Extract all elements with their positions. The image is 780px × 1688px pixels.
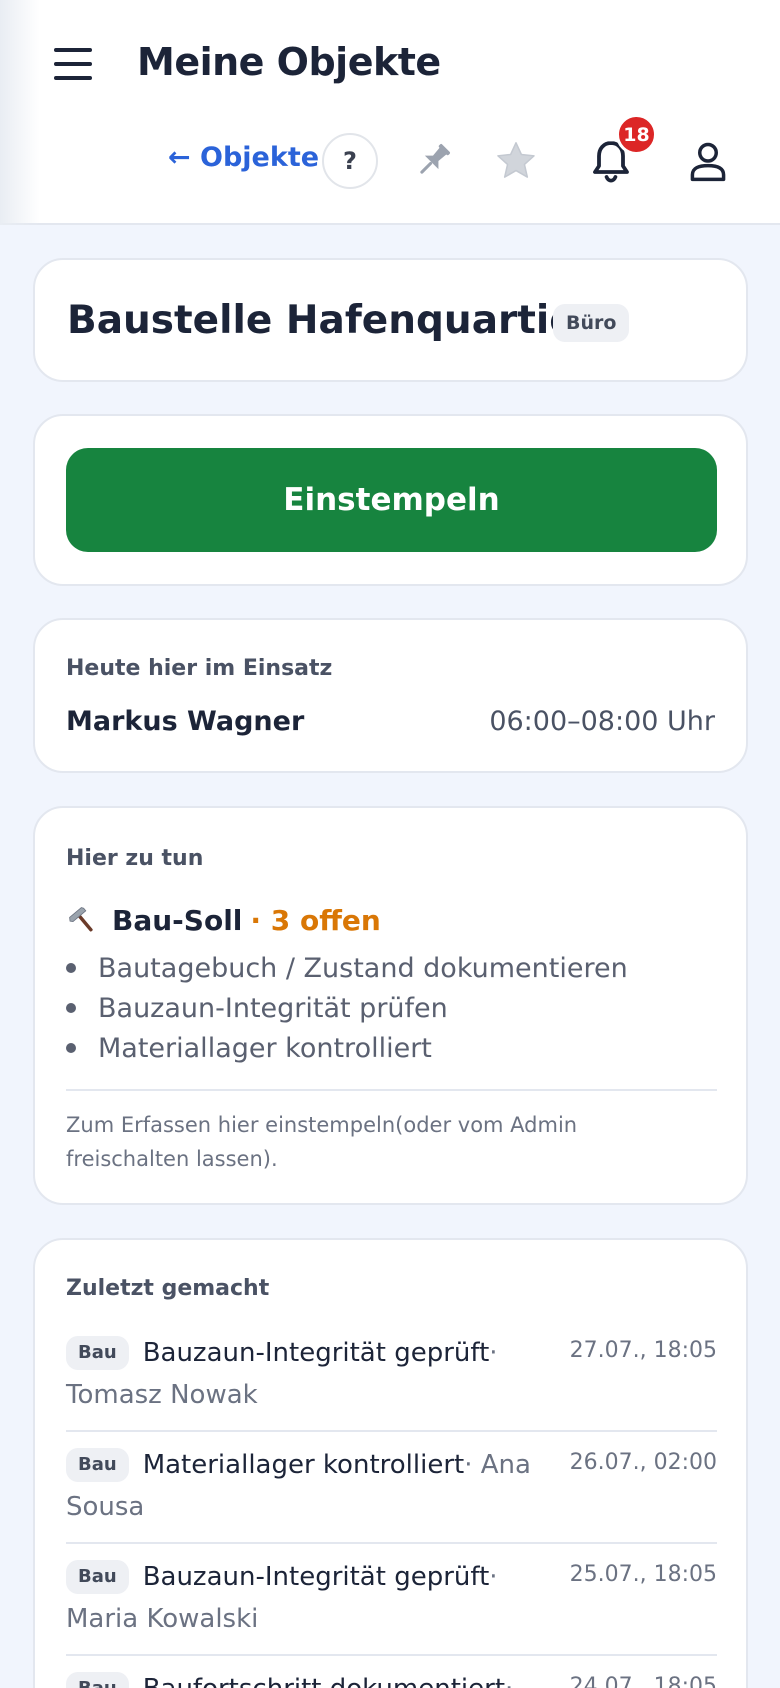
recent-timestamp: 24.07., 18:05	[569, 1674, 717, 1688]
todo-item: Materiallager kontrolliert	[66, 1028, 628, 1068]
hammer-icon	[69, 906, 93, 932]
recent-timestamp: 27.07., 18:05	[569, 1338, 717, 1363]
help-button[interactable]: ?	[322, 133, 378, 189]
recent-section-label: Zuletzt gemacht	[66, 1276, 270, 1301]
object-title-card: Baustelle Hafenquartier Büro	[33, 258, 748, 382]
recent-task: Bauzaun-Integrität geprüft	[142, 1338, 490, 1368]
recent-list: Bau Bauzaun-Integrität geprüft· Tomasz No…	[66, 1320, 717, 1688]
top-bar: Meine Objekte ← Objekte ? 18	[0, 0, 780, 225]
category-tag: Bau	[66, 1560, 129, 1594]
role-badge: Büro	[553, 304, 630, 342]
recent-item[interactable]: Bau Baufortschritt dokumentiert· 24.07., …	[66, 1656, 717, 1688]
todo-item: Bauzaun-Integrität prüfen	[66, 988, 628, 1028]
object-name: Baustelle Hafenquartier	[67, 298, 595, 343]
todo-list: Bautagebuch / Zustand dokumentieren Bauz…	[66, 948, 628, 1068]
recent-item[interactable]: Bau Bauzaun-Integrität geprüft· Tomasz No…	[66, 1320, 717, 1432]
star-icon[interactable]	[493, 138, 539, 184]
todo-section-label: Hier zu tun	[66, 846, 204, 871]
user-icon[interactable]	[686, 136, 730, 186]
recent-timestamp: 25.07., 18:05	[569, 1562, 717, 1587]
clock-in-hint: Zum Erfassen hier einstempeln(oder vom A…	[66, 1113, 578, 1171]
recent-task: Materiallager kontrolliert	[142, 1450, 465, 1480]
back-to-objects-link[interactable]: ← Objekte	[168, 142, 319, 173]
recent-item[interactable]: Bau Bauzaun-Integrität geprüft· Maria Kow…	[66, 1544, 717, 1656]
recent-task: Bauzaun-Integrität geprüft	[142, 1562, 490, 1592]
todo-category-header: Bau-Soll · 3 offen	[66, 904, 381, 937]
today-on-site-card: Heute hier im Einsatz Markus Wagner 06:0…	[33, 618, 748, 773]
todo-card: Hier zu tun Bau-Soll · 3 offen Bautagebu…	[33, 806, 748, 1205]
page-title: Meine Objekte	[137, 40, 441, 84]
pin-icon[interactable]	[410, 138, 456, 184]
recent-timestamp: 26.07., 02:00	[569, 1450, 717, 1475]
category-tag: Bau	[66, 1448, 129, 1482]
recent-activity-card: Zuletzt gemacht Bau Bauzaun-Integrität ge…	[33, 1238, 748, 1688]
today-shift-time: 06:00–08:00 Uhr	[489, 706, 715, 737]
recent-item[interactable]: Bau Materiallager kontrolliert· Ana Sousa…	[66, 1432, 717, 1544]
hamburger-menu-icon[interactable]	[54, 48, 92, 80]
todo-item: Bautagebuch / Zustand dokumentieren	[66, 948, 628, 988]
divider	[66, 1089, 717, 1091]
todo-open-count: · 3 offen	[250, 904, 381, 937]
clock-in-card: Einstempeln	[33, 414, 748, 586]
notification-count-badge: 18	[616, 114, 657, 155]
category-tag: Bau	[66, 1672, 129, 1688]
recent-person: ·	[505, 1674, 513, 1688]
todo-category-name: Bau-Soll	[112, 904, 243, 937]
category-tag: Bau	[66, 1336, 129, 1370]
drawer-edge-shadow	[0, 0, 40, 225]
clock-in-button[interactable]: Einstempeln	[66, 448, 717, 552]
today-section-label: Heute hier im Einsatz	[66, 656, 333, 681]
today-person-name: Markus Wagner	[66, 706, 305, 737]
recent-task: Baufortschritt dokumentiert	[143, 1674, 505, 1688]
